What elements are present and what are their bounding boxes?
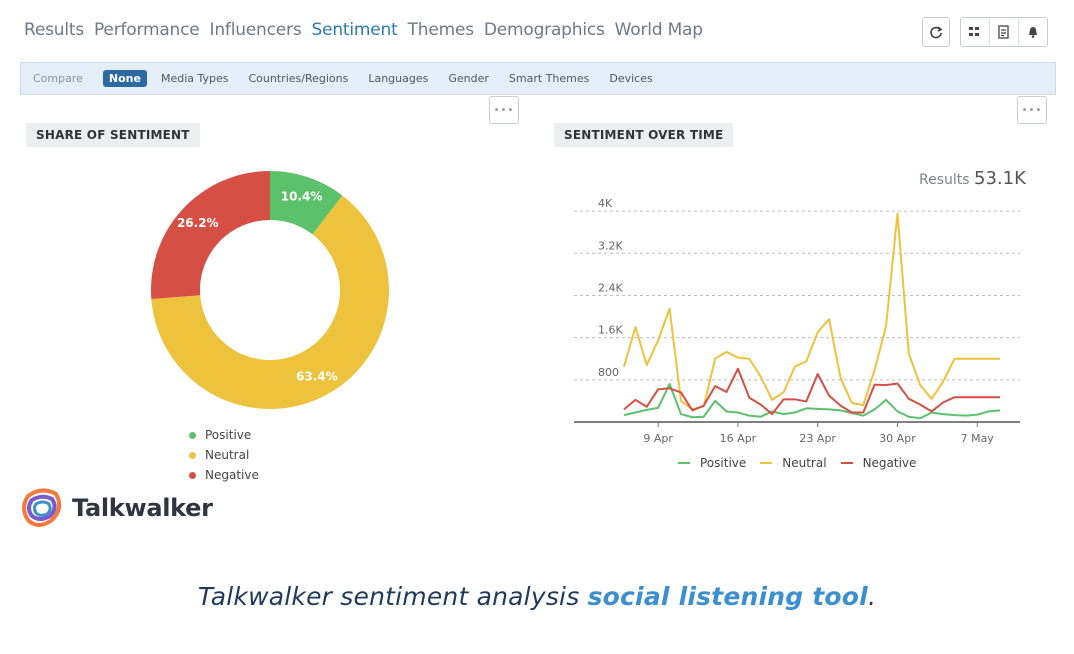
compare-devices[interactable]: Devices [609, 72, 652, 85]
share-more-button[interactable]: ••• [489, 96, 519, 124]
legend-label: Neutral [782, 456, 827, 470]
results-summary: Results 53.1K [919, 168, 1026, 189]
x-tick-label: 7 May [961, 432, 995, 445]
compare-languages[interactable]: Languages [368, 72, 428, 85]
caption-highlight: social listening tool [587, 582, 868, 611]
legend-dot-icon [189, 471, 196, 479]
sentiment-line-chart: 800 1.6K 2.4K 3.2K 4K 9 Apr 16 Apr 23 Apr 30 Apr… [574, 197, 1020, 445]
results-value: 53.1K [974, 168, 1026, 189]
over-time-panel-title: SENTIMENT OVER TIME [554, 123, 734, 147]
y-tick-label: 1.6K [598, 324, 623, 337]
legend-label: Neutral [205, 448, 250, 462]
line-legend-item-neutral[interactable]: Neutral [760, 456, 827, 470]
legend-item-neutral[interactable]: Neutral [189, 445, 259, 465]
legend-dot-icon [189, 451, 196, 459]
compare-bar: Compare None Media Types Countries/Regions… [20, 62, 1056, 95]
results-label: Results [919, 172, 970, 188]
compare-smart-themes[interactable]: Smart Themes [509, 72, 589, 85]
legend-line-icon [678, 462, 690, 464]
over-time-legend: Positive Neutral Negative [678, 456, 930, 470]
talkwalker-logo: Talkwalker [20, 486, 213, 530]
legend-item-negative[interactable]: Negative [189, 465, 259, 485]
series-line-neutral [623, 212, 1000, 411]
refresh-button[interactable] [922, 17, 950, 47]
compare-gender[interactable]: Gender [448, 72, 489, 85]
tab-themes[interactable]: Themes [408, 20, 474, 40]
y-tick-label: 3.2K [598, 239, 623, 252]
tab-performance[interactable]: Performance [94, 20, 200, 40]
legend-item-positive[interactable]: Positive [189, 425, 259, 445]
legend-line-icon [840, 462, 853, 464]
line-legend-item-positive[interactable]: Positive [678, 456, 746, 470]
donut-label-positive: 10.4% [281, 190, 323, 204]
legend-dot-icon [189, 431, 196, 439]
donut-slice-negative [151, 171, 270, 299]
line-legend-item-negative[interactable]: Negative [840, 456, 917, 470]
top-nav-tabs: Results Performance Influencers Sentiment Th… [24, 20, 703, 40]
x-tick-label: 16 Apr [720, 432, 757, 445]
compare-media-types[interactable]: Media Types [161, 72, 229, 85]
refresh-icon [930, 26, 943, 39]
logo-text: Talkwalker [72, 494, 213, 522]
export-icon [998, 25, 1009, 39]
alert-icon [1029, 27, 1037, 38]
export-button[interactable] [990, 18, 1019, 46]
over-time-more-button[interactable]: ••• [1017, 96, 1047, 124]
action-button-group [960, 17, 1048, 47]
tab-influencers[interactable]: Influencers [210, 20, 302, 40]
share-donut-chart: 10.4% 63.4% 26.2% [151, 171, 389, 409]
caption: Talkwalker sentiment analysis social lis… [0, 582, 1074, 611]
donut-label-neutral: 63.4% [296, 370, 338, 384]
legend-label: Positive [205, 428, 252, 442]
x-tick-label: 23 Apr [799, 432, 836, 445]
series-line-negative [623, 367, 1000, 416]
y-tick-label: 800 [598, 366, 619, 379]
tab-demographics[interactable]: Demographics [484, 20, 605, 40]
more-icon: ••• [1021, 104, 1043, 116]
y-tick-label: 4K [598, 197, 613, 210]
talkwalker-logo-icon [22, 488, 62, 527]
x-tick-label: 9 Apr [643, 432, 673, 445]
grid-add-icon [969, 27, 979, 36]
caption-suffix: . [867, 582, 877, 611]
tab-results[interactable]: Results [24, 20, 84, 40]
alert-button[interactable] [1019, 18, 1047, 46]
add-widget-button[interactable] [961, 18, 990, 46]
compare-countries-regions[interactable]: Countries/Regions [249, 72, 349, 85]
tab-world-map[interactable]: World Map [615, 20, 703, 40]
share-legend: Positive Neutral Negative [189, 425, 259, 485]
more-icon: ••• [493, 104, 515, 116]
share-panel-title: SHARE OF SENTIMENT [26, 123, 200, 147]
compare-none[interactable]: None [102, 70, 147, 87]
legend-line-icon [760, 462, 773, 464]
compare-label: Compare [33, 72, 83, 85]
legend-label: Positive [700, 456, 747, 470]
caption-prefix: Talkwalker sentiment analysis [197, 582, 588, 611]
donut-label-negative: 26.2% [177, 216, 219, 230]
y-tick-label: 2.4K [598, 281, 623, 294]
legend-label: Negative [205, 468, 259, 482]
x-tick-label: 30 Apr [879, 432, 916, 445]
top-actions [922, 17, 1048, 47]
legend-label: Negative [862, 456, 917, 470]
tab-sentiment[interactable]: Sentiment [311, 20, 397, 40]
